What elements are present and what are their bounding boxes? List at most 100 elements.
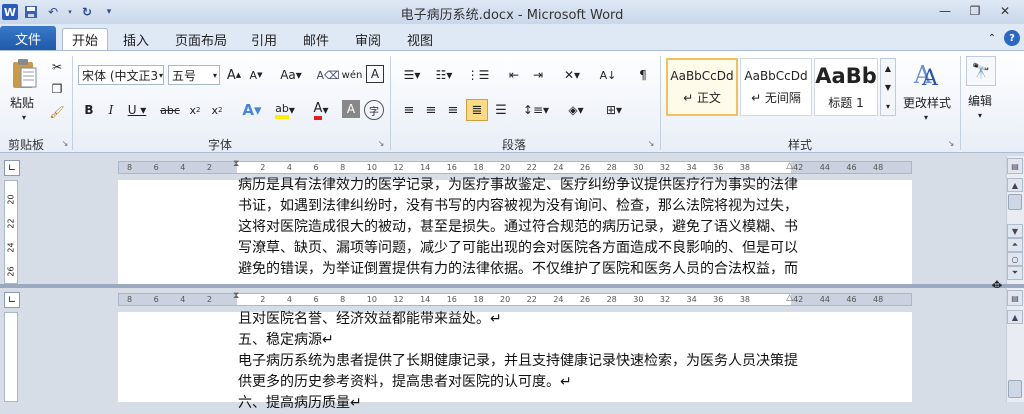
indent-marker-icon[interactable]: ⧗ xyxy=(233,159,239,169)
tab-selector-icon[interactable]: ∟ xyxy=(4,160,20,176)
select-browse-object-icon[interactable]: ○ xyxy=(1007,252,1023,266)
paragraph-launcher-icon[interactable]: ↘ xyxy=(646,138,656,148)
distributed-icon[interactable]: ☰ xyxy=(492,100,510,120)
find-icon[interactable]: 🔭 xyxy=(966,56,996,86)
character-border-icon[interactable]: A xyxy=(366,65,384,83)
tab-references[interactable]: 引用 xyxy=(244,28,284,50)
editing-button[interactable]: 编辑 xyxy=(968,92,992,109)
right-indent-marker-icon[interactable]: △ xyxy=(786,293,793,303)
chinese-layout-icon[interactable]: ✕▾ xyxy=(558,65,586,85)
font-size-dropdown-icon[interactable]: ▾ xyxy=(210,68,220,82)
gallery-more-icon[interactable]: ▾ xyxy=(881,97,895,115)
font-color-icon[interactable]: A ▾ xyxy=(306,100,336,120)
paste-button[interactable]: 粘贴 xyxy=(10,94,34,111)
strikethrough-icon[interactable]: abc xyxy=(160,100,180,120)
tab-insert[interactable]: 插入 xyxy=(114,28,158,50)
ruler-tick-label: 4 xyxy=(180,295,186,304)
tab-view[interactable]: 视图 xyxy=(400,28,440,50)
style-no-spacing[interactable]: AaBbCcDd ↵ 无间隔 xyxy=(740,58,812,116)
paste-dropdown-icon[interactable]: ▾ xyxy=(18,112,30,122)
scroll-down-icon[interactable]: ▼ xyxy=(1007,224,1023,238)
decrease-indent-icon[interactable]: ⇤ xyxy=(504,65,524,85)
clear-formatting-icon[interactable]: A⌫ xyxy=(316,65,339,85)
style-preview: AaBbCcDd xyxy=(670,68,734,83)
scroll-up-icon[interactable]: ▲ xyxy=(1007,310,1023,324)
ruler-tick-label: 6 xyxy=(153,295,159,304)
bullets-icon[interactable]: ☰▾ xyxy=(398,65,426,85)
change-styles-button[interactable]: 更改样式 xyxy=(903,94,951,111)
help-icon[interactable]: ? xyxy=(1004,30,1020,46)
align-right-icon[interactable]: ≡ xyxy=(444,100,462,120)
scroll-thumb[interactable] xyxy=(1008,194,1022,210)
tab-home[interactable]: 开始 xyxy=(62,28,108,50)
change-styles-icon[interactable]: AA xyxy=(908,58,946,90)
tab-review[interactable]: 审阅 xyxy=(348,28,388,50)
font-launcher-icon[interactable]: ↘ xyxy=(376,138,386,148)
scroll-up-icon[interactable]: ▲ xyxy=(1007,178,1023,192)
style-normal[interactable]: AaBbCcDd ↵ 正文 xyxy=(666,58,738,116)
vruler-label: 24 xyxy=(6,242,16,253)
right-indent-marker-icon[interactable]: △ xyxy=(786,161,793,171)
format-painter-icon[interactable]: 🖌 xyxy=(48,103,66,121)
copy-icon[interactable]: ❐ xyxy=(48,80,66,98)
italic-icon[interactable]: I xyxy=(102,100,120,120)
tab-page-layout[interactable]: 页面布局 xyxy=(166,28,236,50)
paragraph-line: 书证，如遇到法律纠纷时，没有书写的内容被视为没有询问、检查，那么法院将视为过失， xyxy=(238,198,798,214)
character-shading-icon[interactable]: A xyxy=(342,100,360,118)
ruler-tick-label: 36 xyxy=(713,295,724,304)
indent-marker-icon[interactable]: ⧗ xyxy=(233,291,239,301)
justify-icon[interactable]: ≣ xyxy=(466,99,488,121)
increase-indent-icon[interactable]: ⇥ xyxy=(528,65,548,85)
ruler-left-margin xyxy=(119,162,237,173)
align-center-icon[interactable]: ≡ xyxy=(422,100,440,120)
tab-file[interactable]: 文件 xyxy=(0,26,56,50)
subscript-icon[interactable]: x2 xyxy=(186,100,204,120)
highlight-color-icon[interactable]: ab ▾ xyxy=(270,100,300,120)
phonetic-guide-icon[interactable]: wén xyxy=(342,65,363,85)
paragraph-line: 写潦草、缺页、漏项等问题，减少了可能出现的会对医院各方面造成不良影响的、但是可以 xyxy=(238,240,798,256)
close-icon[interactable]: ✕ xyxy=(990,2,1020,20)
gallery-down-icon[interactable]: ▼ xyxy=(881,78,895,97)
underline-icon[interactable]: U ▾ xyxy=(124,100,150,120)
tab-mailings[interactable]: 邮件 xyxy=(296,28,336,50)
superscript-icon[interactable]: x2 xyxy=(208,100,226,120)
scroll-thumb[interactable] xyxy=(1008,380,1022,398)
ruler-tick-label: 36 xyxy=(713,163,724,172)
paste-icon[interactable] xyxy=(8,56,40,92)
bold-icon[interactable]: B xyxy=(80,100,98,120)
grow-font-icon[interactable]: A ▲ xyxy=(225,65,243,85)
clipboard-launcher-icon[interactable]: ↘ xyxy=(60,138,70,148)
change-styles-dropdown-icon[interactable]: ▾ xyxy=(920,112,932,122)
numbering-icon[interactable]: ☷▾ xyxy=(430,65,458,85)
ruler-tick-label: 8 xyxy=(127,295,133,304)
styles-launcher-icon[interactable]: ↘ xyxy=(946,138,956,148)
editing-dropdown-icon[interactable]: ▾ xyxy=(974,110,986,120)
view-ruler-icon[interactable]: ▤ xyxy=(1007,290,1023,306)
line-spacing-icon[interactable]: ↕≡▾ xyxy=(522,100,550,120)
restore-icon[interactable]: ❐ xyxy=(960,2,990,20)
style-heading-1[interactable]: AaBb 标题 1 xyxy=(814,58,878,116)
paragraph-line: 这将对医院造成很大的被动，甚至是损失。通过符合规范的病历记录，避免了语义模糊、书 xyxy=(238,219,798,235)
shading-icon[interactable]: ◈▾ xyxy=(562,100,590,120)
multilevel-list-icon[interactable]: ⋮☰ xyxy=(464,65,492,85)
next-page-icon[interactable]: ⏷ xyxy=(1007,266,1023,280)
previous-page-icon[interactable]: ⏶ xyxy=(1007,238,1023,252)
collapse-ribbon-icon[interactable]: ⌃ xyxy=(984,30,1000,46)
change-case-icon[interactable]: Aa▾ xyxy=(278,65,304,85)
borders-icon[interactable]: ⊞▾ xyxy=(600,100,628,120)
font-name-combo[interactable]: 宋体 (中文正3 xyxy=(78,65,164,85)
ruler-strip[interactable]: 8 6 4 2 2 4 6 8 10 12 14 16 18 20 22 24 26 28 30 32 34 36 38 42… xyxy=(118,291,912,306)
view-ruler-icon[interactable]: ▤ xyxy=(1007,158,1023,174)
align-left-icon[interactable]: ≡ xyxy=(400,100,418,120)
sort-icon[interactable]: A↓ xyxy=(598,65,618,85)
tab-selector-icon[interactable]: ∟ xyxy=(4,292,20,308)
enclose-characters-icon[interactable]: 字 xyxy=(364,100,384,120)
cut-icon[interactable]: ✂ xyxy=(48,58,66,76)
text-effects-icon[interactable]: A▾ xyxy=(238,100,266,120)
shrink-font-icon[interactable]: A ▼ xyxy=(247,65,265,85)
show-formatting-marks-icon[interactable]: ¶ xyxy=(634,65,652,85)
font-name-dropdown-icon[interactable]: ▾ xyxy=(156,68,166,82)
minimize-icon[interactable]: — xyxy=(930,2,960,20)
gallery-up-icon[interactable]: ▲ xyxy=(881,59,895,78)
ruler-strip[interactable]: 8 6 4 2 2 4 6 8 10 12 14 16 18 20 22 24 26 28 30 32 34 36 38 42… xyxy=(118,159,912,174)
